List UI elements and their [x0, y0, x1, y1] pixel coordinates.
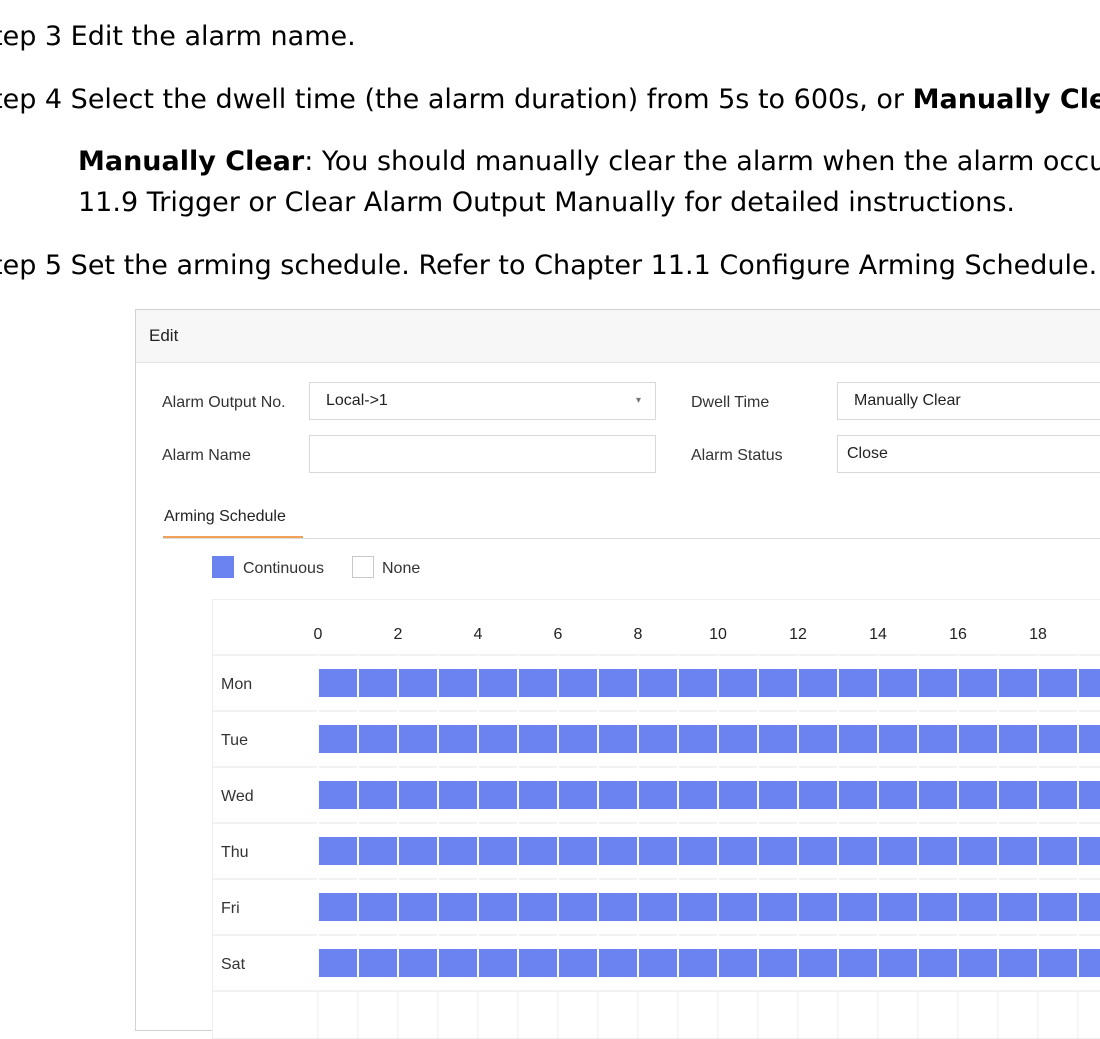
alarm-name-input[interactable]	[309, 435, 656, 473]
schedule-bar-mon[interactable]	[318, 669, 1100, 697]
hour-tick-label: 0	[314, 626, 323, 643]
note-bold: Manually Clear	[78, 146, 305, 177]
hour-tick-label: 10	[709, 626, 727, 643]
chevron-down-icon: ▾	[635, 395, 641, 406]
hour-tick-label: 16	[949, 626, 967, 643]
dialog-header: Edit	[136, 310, 1100, 363]
step-3-text: tep 3 Edit the alarm name.	[0, 21, 356, 52]
edit-dialog: Edit Alarm Output No. Local->1 ▾ Dwell T…	[135, 309, 1100, 1039]
day-label-thu: Thu	[221, 844, 249, 861]
alarm-status-label: Alarm Status	[691, 447, 783, 464]
alarm-status-field: Close	[837, 435, 1100, 473]
hour-tick-label: 6	[554, 626, 563, 643]
day-label-tue: Tue	[221, 732, 248, 749]
legend-continuous-label: Continuous	[243, 560, 324, 577]
tab-arming-schedule[interactable]: Arming Schedule	[164, 508, 286, 526]
hour-tick-label: 4	[474, 626, 483, 643]
continuous-swatch[interactable]	[212, 556, 234, 578]
dwell-time-label: Dwell Time	[691, 394, 770, 411]
arming-schedule-grid[interactable]: Mon Tue Wed Thu Fri Sat 0 2 4 6 8 10 12 14 16 18	[212, 599, 1100, 1039]
alarm-status-value: Close	[847, 445, 888, 462]
alarm-name-label: Alarm Name	[162, 447, 251, 464]
hour-tick-label: 2	[394, 626, 403, 643]
dwell-time-select[interactable]: Manually Clear	[837, 382, 1100, 420]
hour-tick-label: 18	[1029, 626, 1047, 643]
schedule-bar-wed[interactable]	[318, 781, 1100, 809]
alarm-output-label: Alarm Output No.	[162, 394, 286, 411]
none-swatch[interactable]	[352, 556, 374, 578]
hour-tick-label: 14	[869, 626, 887, 643]
schedule-bar-tue[interactable]	[318, 725, 1100, 753]
alarm-output-select[interactable]: Local->1 ▾	[309, 382, 656, 420]
alarm-output-value: Local->1	[326, 392, 388, 409]
step-4-prefix: tep 4 Select the dwell time (the alarm d…	[0, 84, 913, 115]
step-4-bold: Manually Cle	[912, 84, 1100, 115]
note-text: : You should manually clear the alarm wh…	[304, 146, 1100, 177]
day-label-wed: Wed	[221, 788, 254, 805]
hour-tick-label: 8	[634, 626, 643, 643]
day-label-mon: Mon	[221, 676, 252, 693]
schedule-bar-fri[interactable]	[318, 893, 1100, 921]
dialog-title: Edit	[149, 326, 179, 345]
day-label-sat: Sat	[221, 956, 246, 973]
dwell-time-value: Manually Clear	[854, 392, 961, 409]
note-line-2: 11.9 Trigger or Clear Alarm Output Manua…	[78, 187, 1015, 218]
schedule-bar-sat[interactable]	[318, 949, 1100, 977]
hour-tick-label: 12	[789, 626, 807, 643]
tab-divider	[163, 538, 1100, 539]
step-5-text: tep 5 Set the arming schedule. Refer to …	[0, 250, 1098, 281]
day-label-fri: Fri	[221, 900, 240, 917]
note-line-1: Manually Clear: You should manually clea…	[78, 145, 1100, 179]
step-4-text: tep 4 Select the dwell time (the alarm d…	[0, 83, 1100, 117]
schedule-svg[interactable]: Mon Tue Wed Thu Fri Sat 0 2 4 6 8 10 12 14 16 18	[212, 599, 1100, 1039]
schedule-bar-thu[interactable]	[318, 837, 1100, 865]
legend-none-label: None	[382, 560, 421, 577]
